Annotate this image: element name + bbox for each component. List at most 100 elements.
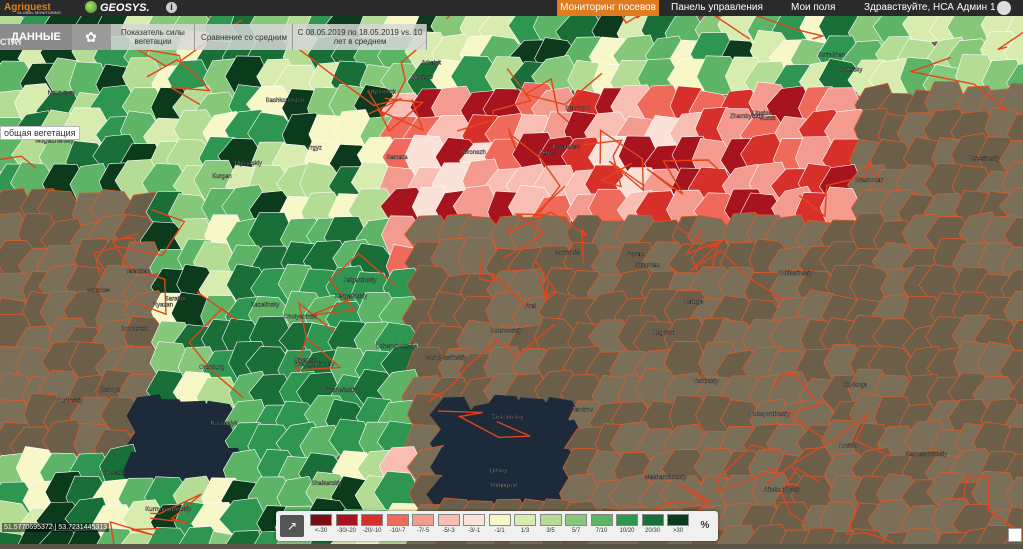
place-label: Dzhanybekskiy [376,344,416,350]
period-selector[interactable]: С 08.05.2019 по 18.05.2019 vs. 10 лет в … [294,24,427,50]
place-label: Zelenovskiy [490,328,522,334]
legend-label: <-30 [310,528,332,534]
legend-swatch [310,514,332,526]
place-label: Belgorod [651,331,675,337]
legend-label: -3/-1 [463,528,485,534]
legend-item: -20/-10 [361,514,383,534]
place-label: Mordovia [555,251,580,257]
place-label: Shalkarskiy [311,481,342,487]
legend-swatch [667,514,689,526]
place-label: Chelyabinsk [284,315,318,321]
place-label: Karabutak [552,145,580,151]
place-label: Ulytauskiy [235,161,262,167]
legend-label: 10/20 [616,528,638,534]
legend-swatch [463,514,485,526]
legend-swatch [616,514,638,526]
data-tab[interactable]: ДАННЫЕСТАТ [0,24,73,50]
nav-crop-monitoring[interactable]: Мониторинг посевов [557,0,659,16]
legend-label: -5/-3 [438,528,460,534]
map-corner-control[interactable] [1008,528,1022,542]
place-label: Karmakchinskiy [905,452,947,458]
legend-swatch [540,514,562,526]
legend-swatch [336,514,358,526]
place-label: Ulyanovsk [368,90,397,96]
share-button[interactable]: ↗ [280,515,304,537]
legend-swatch [489,514,511,526]
place-label: Kalmyk [100,387,121,393]
nav-dashboard[interactable]: Панель управления [671,0,763,16]
legend-item: 10/20 [616,514,638,534]
legend-item: 3/5 [540,514,562,534]
legend-label: -1/1 [489,528,511,534]
legend-item: -5/-3 [438,514,460,534]
map-canvas[interactable]: SmolenskKalugaMoscowRyazanMordoviaChuvas… [0,16,1023,544]
legend-swatch [591,514,613,526]
place-label: Volgograd [490,483,517,489]
place-label: Kurmangazinskiy [145,507,191,513]
legend-label: 3/5 [540,528,562,534]
legend-label: >30 [667,528,689,534]
place-label: Uilskiy [490,469,507,475]
place-label: Yrgyz [307,145,322,151]
user-greeting[interactable]: Здравствуйте, НСА Админ 1 [864,0,996,16]
comparison-selector[interactable]: Сравнение со средним [196,24,293,50]
place-label: Nauryzym [48,90,75,96]
place-label: Arkalyk [422,61,443,67]
legend-item: 20/30 [642,514,664,534]
nav-my-fields[interactable]: Мои поля [791,0,835,16]
place-label: Rostov [839,444,858,450]
legend-item: -10/-7 [387,514,409,534]
legend-swatch [387,514,409,526]
place-label: Chuvash [100,470,124,476]
legend-item: <-30 [310,514,332,534]
legend-label: 7/10 [591,528,613,534]
agriquest-logo[interactable]: AgriquestGLOBAL MONITORING [4,0,51,16]
place-label: Makhambetskiy [645,475,687,481]
legend-label: -20/-10 [361,528,383,534]
place-label: Samara [386,155,408,161]
top-bar: AgriquestGLOBAL MONITORING GEOSYS. i Мон… [0,0,1023,16]
legend-swatch [361,514,383,526]
place-label: Orenburg [199,365,224,371]
percent-toggle[interactable]: % [696,515,714,537]
legend-label: -10/-7 [387,528,409,534]
legend-swatch [565,514,587,526]
legend-item: 7/10 [591,514,613,534]
legend-label: 5/7 [565,528,587,534]
place-label: Temirskiy [693,379,718,385]
legend-item: -1/1 [489,514,511,534]
legend-item: -30/-20 [336,514,358,534]
leaf-icon[interactable]: ✿ [72,24,111,50]
place-label: Zhambylskiy [730,114,763,120]
geosys-logo[interactable]: GEOSYS. [85,0,150,16]
legend-swatch [642,514,664,526]
place-label: Stavropol [565,106,590,112]
legend-label: 20/30 [642,528,664,534]
place-label: Penza [539,151,557,157]
place-label: Zhitikarinskiy [778,271,813,277]
place-label: Terektinskiy [969,157,1000,163]
place-label: Khromtau [634,263,660,269]
place-label: Atyrau [627,252,644,258]
legend-swatch [438,514,460,526]
legend-item: 5/7 [565,514,587,534]
place-label: Aral [526,304,537,310]
globe-icon [85,1,97,13]
legend-item: >30 [667,514,689,534]
place-label: Baiganinskiy [343,278,377,284]
index-selector[interactable]: Показатель силы вегетации [112,24,195,50]
place-label: Mendykarinskiy [425,356,466,362]
legend-label: 1/3 [514,528,536,534]
vegetation-label[interactable]: общая вегетация [0,126,80,140]
user-avatar-icon[interactable] [997,1,1011,15]
place-label: Voronezh [461,150,486,156]
place-label: Kargalinskiy [335,294,367,300]
place-label: Moscow [88,288,111,294]
info-icon[interactable]: i [166,2,177,13]
choropleth-map[interactable]: SmolenskKalugaMoscowRyazanMordoviaChuvas… [0,16,1023,544]
legend-item: -3/-1 [463,514,485,534]
place-label: Taskalinskiy [491,415,523,421]
place-label: Bashkortostan [266,98,304,104]
legend-swatch [412,514,434,526]
legend-item: -7/-5 [412,514,434,534]
